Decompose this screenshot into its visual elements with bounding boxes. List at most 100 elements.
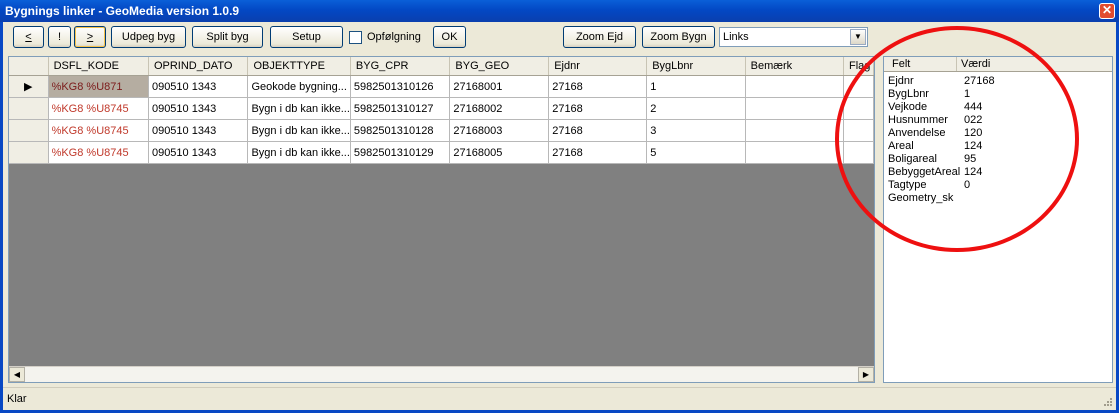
checkbox-box[interactable] — [349, 30, 362, 44]
udpeg-byg-button[interactable]: Udpeg byg — [111, 26, 186, 48]
detail-field: Vejkode — [888, 101, 928, 113]
cell-byglbnr[interactable]: 2 — [646, 97, 746, 120]
list-item: Anvendelse 120 — [888, 127, 1108, 140]
zoom-bygn-button[interactable]: Zoom Bygn — [642, 26, 715, 48]
detail-field: Boligareal — [888, 153, 937, 165]
col-header-oprind-dato[interactable]: OPRIND_DATO — [148, 57, 249, 76]
udpeg-label: Udpeg byg — [121, 31, 176, 43]
list-item: Geometry_sk — [888, 192, 1108, 205]
row-indicator[interactable] — [9, 141, 49, 164]
cell-objekttype[interactable]: Bygn i db kan ikke... — [247, 97, 351, 120]
status-bar: Klar — [3, 387, 1116, 410]
table-row[interactable]: ▶ %KG8 %U871 090510 1343 Geokode bygning… — [9, 75, 874, 98]
list-item: BygLbnr 1 — [888, 88, 1108, 101]
opfoelgning-checkbox[interactable]: Opfølgning — [349, 27, 421, 47]
table-row[interactable]: %KG8 %U8745 090510 1343 Bygn i db kan ik… — [9, 141, 874, 164]
col-header-bemaerk[interactable]: Bemærk — [745, 57, 845, 76]
grid-header-row: DSFL_KODE OPRIND_DATO OBJEKTTYPE BYG_CPR… — [9, 57, 874, 76]
details-header-field: Felt — [892, 58, 911, 70]
cell-oprind-dato[interactable]: 090510 1343 — [148, 75, 249, 98]
list-item: Vejkode 444 — [888, 101, 1108, 114]
cell-byg-geo[interactable]: 27168002 — [449, 97, 550, 120]
next-button[interactable]: > — [74, 26, 106, 48]
close-icon: ✕ — [1101, 3, 1113, 17]
close-button[interactable]: ✕ — [1099, 3, 1115, 19]
detail-field: Anvendelse — [888, 127, 946, 139]
col-header-byg-cpr[interactable]: BYG_CPR — [350, 57, 451, 76]
scroll-left-icon[interactable]: ◀ — [9, 367, 25, 382]
cell-dsfl-kode[interactable]: %KG8 %U871 — [48, 75, 149, 98]
cell-ejdnr[interactable]: 27168 — [548, 75, 648, 98]
cell-flag[interactable] — [843, 119, 874, 142]
split-byg-button[interactable]: Split byg — [192, 26, 263, 48]
cell-byg-cpr[interactable]: 5982501310129 — [350, 141, 451, 164]
cell-oprind-dato[interactable]: 090510 1343 — [148, 97, 249, 120]
cell-dsfl-kode[interactable]: %KG8 %U8745 — [48, 97, 149, 120]
cell-flag[interactable] — [843, 75, 874, 98]
scroll-right-icon[interactable]: ▶ — [858, 367, 874, 382]
prev-button[interactable]: < — [13, 26, 44, 48]
table-row[interactable]: %KG8 %U8745 090510 1343 Bygn i db kan ik… — [9, 119, 874, 142]
cell-byglbnr[interactable]: 1 — [646, 75, 746, 98]
cell-flag[interactable] — [843, 97, 874, 120]
bang-label: ! — [57, 31, 62, 43]
resize-grip-icon[interactable] — [1102, 396, 1113, 407]
row-indicator[interactable]: ▶ — [9, 75, 49, 98]
cell-dsfl-kode[interactable]: %KG8 %U8745 — [48, 119, 149, 142]
cell-oprind-dato[interactable]: 090510 1343 — [148, 119, 249, 142]
ok-label: OK — [441, 31, 458, 43]
col-header-byglbnr[interactable]: BygLbnr — [646, 57, 746, 76]
links-select-value: Links — [723, 31, 749, 43]
zoom-ejd-button[interactable]: Zoom Ejd — [563, 26, 636, 48]
row-indicator[interactable] — [9, 97, 49, 120]
cell-bemaerk[interactable] — [745, 97, 845, 120]
detail-value: 0 — [964, 179, 971, 191]
cell-byg-cpr[interactable]: 5982501310128 — [350, 119, 451, 142]
links-select[interactable]: Links ▼ — [719, 27, 868, 47]
cell-bemaerk[interactable] — [745, 141, 845, 164]
setup-button[interactable]: Setup — [270, 26, 343, 48]
detail-value: 124 — [964, 140, 983, 152]
cell-byg-cpr[interactable]: 5982501310126 — [350, 75, 451, 98]
cell-dsfl-kode[interactable]: %KG8 %U8745 — [48, 141, 149, 164]
cell-objekttype[interactable]: Bygn i db kan ikke... — [247, 141, 351, 164]
cell-ejdnr[interactable]: 27168 — [548, 97, 648, 120]
cell-ejdnr[interactable]: 27168 — [548, 141, 648, 164]
chevron-down-icon[interactable]: ▼ — [850, 29, 866, 45]
cell-bemaerk[interactable] — [745, 119, 845, 142]
cell-objekttype[interactable]: Bygn i db kan ikke... — [247, 119, 351, 142]
col-header-flag[interactable]: Flag — [843, 57, 874, 76]
col-header-byg-geo[interactable]: BYG_GEO — [449, 57, 550, 76]
row-header-corner — [9, 57, 49, 76]
col-header-dsfl-kode[interactable]: DSFL_KODE — [48, 57, 149, 76]
ok-button[interactable]: OK — [433, 26, 466, 48]
detail-value: 120 — [964, 127, 983, 139]
cell-byg-geo[interactable]: 27168005 — [449, 141, 550, 164]
title-bar: Bygnings linker - GeoMedia version 1.0.9… — [0, 0, 1119, 22]
row-indicator[interactable] — [9, 119, 49, 142]
cell-byg-geo[interactable]: 27168003 — [449, 119, 550, 142]
cell-bemaerk[interactable] — [745, 75, 845, 98]
cell-byglbnr[interactable]: 3 — [646, 119, 746, 142]
detail-field: BygLbnr — [888, 88, 929, 100]
cell-objekttype[interactable]: Geokode bygning... — [247, 75, 351, 98]
col-header-ejdnr[interactable]: Ejdnr — [548, 57, 648, 76]
col-header-objekttype[interactable]: OBJEKTTYPE — [247, 57, 351, 76]
next-label: > — [86, 31, 94, 43]
header-divider — [956, 57, 957, 71]
bang-button[interactable]: ! — [48, 26, 71, 48]
cell-flag[interactable] — [843, 141, 874, 164]
cell-byglbnr[interactable]: 5 — [646, 141, 746, 164]
details-panel[interactable]: Felt Værdi Ejdnr 27168 BygLbnr 1 Vejkode 44… — [883, 56, 1113, 383]
data-grid[interactable]: DSFL_KODE OPRIND_DATO OBJEKTTYPE BYG_CPR… — [8, 56, 875, 383]
cell-byg-geo[interactable]: 27168001 — [449, 75, 550, 98]
scrollbar-track[interactable] — [26, 368, 856, 381]
horizontal-scrollbar[interactable]: ◀ ▶ — [9, 366, 874, 382]
cell-oprind-dato[interactable]: 090510 1343 — [148, 141, 249, 164]
list-item: Tagtype 0 — [888, 179, 1108, 192]
detail-field: BebyggetAreal — [888, 166, 961, 178]
table-row[interactable]: %KG8 %U8745 090510 1343 Bygn i db kan ik… — [9, 97, 874, 120]
cell-ejdnr[interactable]: 27168 — [548, 119, 648, 142]
cell-byg-cpr[interactable]: 5982501310127 — [350, 97, 451, 120]
list-item: Ejdnr 27168 — [888, 75, 1108, 88]
